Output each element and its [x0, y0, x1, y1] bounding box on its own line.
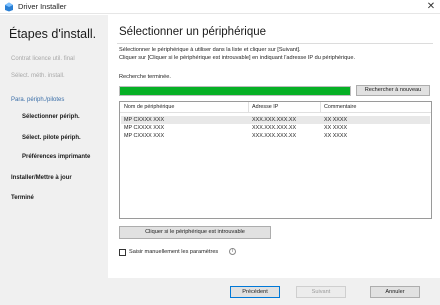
step-select-device: Sélectionner périph. [22, 114, 80, 120]
next-button[interactable]: Suivant [296, 286, 346, 298]
device-name-cell: MP CXXXX XXX [124, 117, 165, 123]
title-bar: Driver Installer ✕ [0, 0, 440, 14]
page-title: Sélectionner un périphérique [119, 26, 267, 38]
device-name-cell: MP CXXXX XXX [124, 133, 165, 139]
wizard-footer: Précédent Suivant Annuler [0, 278, 440, 305]
ip-address-cell: XXX.XXX.XXX.XX [252, 117, 297, 123]
column-header-device-name[interactable]: Nom de périphérique [124, 104, 174, 110]
step-printer-preferences: Préférences imprimante [22, 154, 91, 160]
previous-button[interactable]: Précédent [230, 286, 280, 298]
manual-params-label[interactable]: Saisir manuellement les paramètres [129, 249, 218, 255]
device-table[interactable]: Nom de périphérique Adresse IP Commentai… [119, 101, 432, 219]
device-name-cell: MP CXXXX XXX [124, 125, 165, 131]
step-license: Contrat licence util. final [11, 56, 75, 62]
main-panel: Sélectionner un périphérique Sélectionne… [108, 15, 440, 305]
column-header-comment[interactable]: Commentaire [324, 104, 356, 110]
column-header-ip-address[interactable]: Adresse IP [252, 104, 278, 110]
step-install-update: Installer/Mettre à jour [11, 175, 72, 181]
step-finished: Terminé [11, 195, 34, 201]
search-again-button[interactable]: Rechercher à nouveau [356, 85, 430, 96]
ip-address-cell: XXX.XXX.XXX.XX [252, 125, 297, 131]
window-title: Driver Installer [18, 2, 67, 11]
table-row[interactable]: MP CXXXX XXX XXX.XXX.XXX.XX XX XXXX [121, 116, 430, 124]
sidebar-heading: Étapes d'install. [9, 27, 97, 41]
device-not-found-button[interactable]: Cliquer si le périphérique est introuvab… [119, 226, 271, 239]
manual-params-checkbox[interactable] [119, 249, 126, 256]
comment-cell: XX XXXX [324, 117, 348, 123]
search-progress-bar [119, 86, 351, 96]
step-install-method: Sélect. méth. install. [11, 73, 65, 79]
table-row[interactable]: MP CXXXX XXX XXX.XXX.XXX.XX XX XXXX [121, 124, 430, 132]
table-row[interactable]: MP CXXXX XXX XXX.XXX.XXX.XX XX XXXX [121, 132, 430, 140]
cancel-button[interactable]: Annuler [370, 286, 420, 298]
steps-sidebar: Étapes d'install. Contrat licence util. … [0, 15, 108, 305]
title-divider [117, 43, 433, 44]
search-status: Recherche terminée. [119, 74, 171, 80]
close-button[interactable]: ✕ [425, 1, 437, 13]
step-device-settings: Para. périph./pilotes [11, 97, 65, 103]
step-select-driver: Sélect. pilote périph. [22, 135, 81, 141]
progress-fill [120, 87, 350, 95]
ip-address-cell: XXX.XXX.XXX.XX [252, 133, 297, 139]
column-divider[interactable] [320, 102, 321, 113]
column-divider[interactable] [248, 102, 249, 113]
comment-cell: XX XXXX [324, 125, 348, 131]
instruction-line-2: Cliquer sur [Cliquer si le périphérique … [119, 55, 356, 61]
comment-cell: XX XXXX [324, 133, 348, 139]
info-icon[interactable]: i [229, 248, 236, 255]
table-header: Nom de périphérique Adresse IP Commentai… [120, 102, 431, 113]
instruction-line-1: Sélectionner le périphérique à utiliser … [119, 47, 301, 53]
close-icon: ✕ [426, 1, 436, 12]
installer-icon [5, 2, 13, 12]
